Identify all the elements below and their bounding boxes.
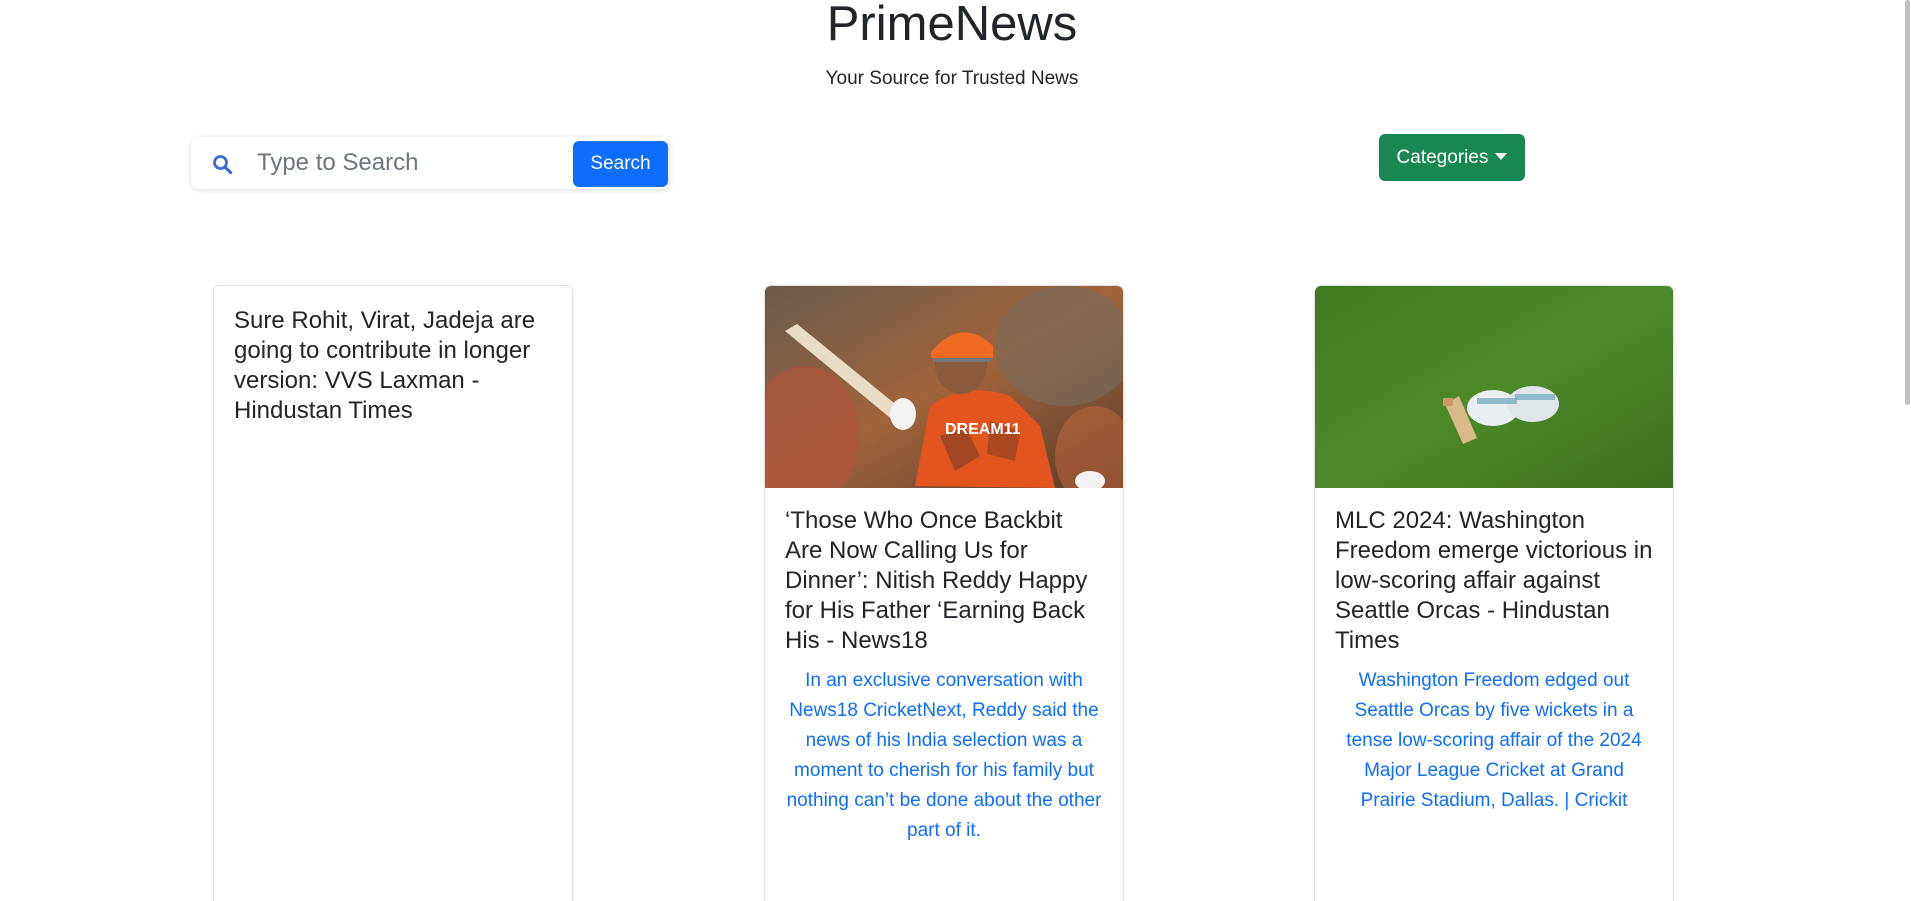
card-image[interactable] <box>1315 286 1673 488</box>
site-title: PrimeNews <box>826 0 1078 51</box>
page-scrollbar[interactable] <box>1904 0 1911 901</box>
scrollbar-thumb[interactable] <box>1905 0 1910 405</box>
card-title[interactable]: Sure Rohit, Virat, Jadeja are going to c… <box>234 306 552 426</box>
categories-label: Categories <box>1396 146 1489 168</box>
card-title[interactable]: ‘Those Who Once Backbit Are Now Calling … <box>785 506 1103 656</box>
card-body: Sure Rohit, Virat, Jadeja are going to c… <box>214 286 572 426</box>
svg-text:DREAM11: DREAM11 <box>945 421 1021 438</box>
card-title[interactable]: MLC 2024: Washington Freedom emerge vict… <box>1335 506 1653 656</box>
card-body: ‘Those Who Once Backbit Are Now Calling … <box>765 488 1123 846</box>
categories-dropdown-button[interactable]: Categories <box>1379 134 1525 181</box>
card-body: MLC 2024: Washington Freedom emerge vict… <box>1315 488 1673 816</box>
page: PrimeNews Your Source for Trusted News S… <box>0 0 1911 901</box>
site-tagline: Your Source for Trusted News <box>825 68 1079 89</box>
news-card[interactable]: DREAM11 ‘Those Who Once Backbit Are Now … <box>764 285 1124 901</box>
search-bar: Search <box>191 137 669 189</box>
search-input[interactable] <box>249 143 557 183</box>
search-button[interactable]: Search <box>573 141 668 187</box>
search-icon <box>211 152 235 176</box>
card-description[interactable]: In an exclusive conversation with News18… <box>785 666 1103 846</box>
card-image[interactable]: DREAM11 <box>765 286 1123 488</box>
news-card[interactable]: Sure Rohit, Virat, Jadeja are going to c… <box>213 285 573 901</box>
news-card[interactable]: MLC 2024: Washington Freedom emerge vict… <box>1314 285 1674 901</box>
caret-down-icon <box>1495 152 1508 160</box>
card-description[interactable]: Washington Freedom edged out Seattle Orc… <box>1335 666 1653 816</box>
